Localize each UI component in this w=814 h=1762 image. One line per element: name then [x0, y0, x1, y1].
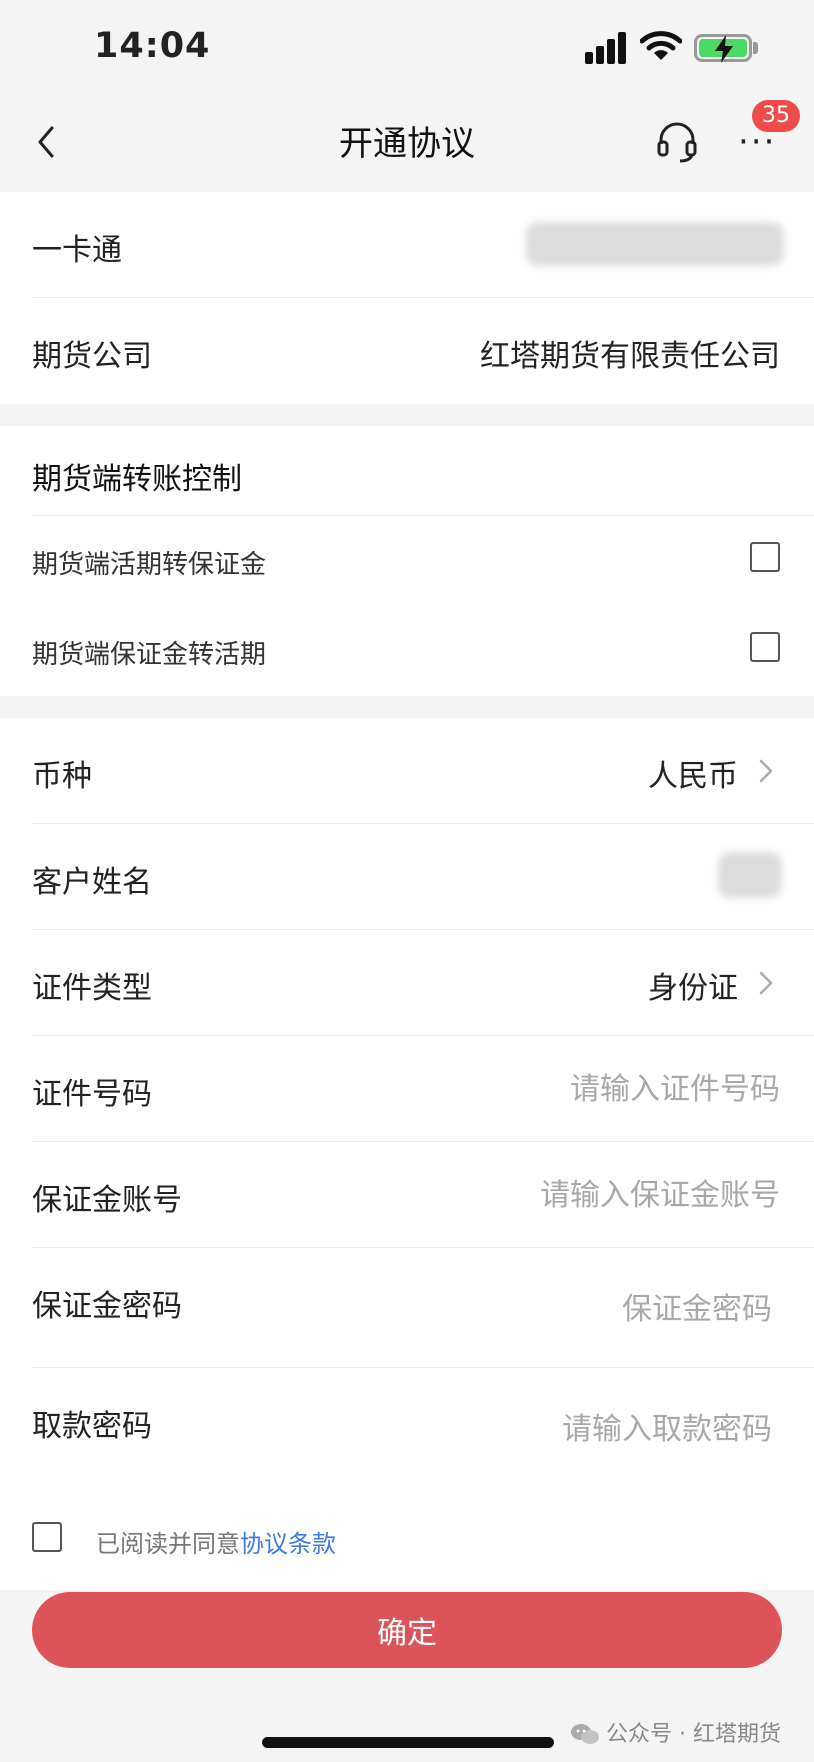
margin-password-row: 保证金密码: [0, 1248, 814, 1368]
transfer-control-title: 期货端转账控制: [32, 462, 242, 497]
battery-icon: [694, 34, 752, 63]
account-section: 一卡通 期货公司 红塔期货有限责任公司: [0, 192, 814, 404]
agreement-checkbox[interactable]: [32, 1522, 62, 1552]
withdraw-password-input[interactable]: [412, 1404, 772, 1454]
agreement-prefix: 已阅读并同意: [96, 1530, 240, 1558]
watermark-text: 公众号 · 红塔期货: [606, 1722, 781, 1747]
status-time: 14:04: [94, 26, 211, 66]
id-type-label: 证件类型: [32, 971, 152, 1006]
wechat-icon: [571, 1724, 599, 1744]
form-section: 币种 人民币 客户姓名 证件类型 身份证 证件号码 保证金账号 保证金密码 取款…: [0, 718, 814, 1500]
margin-account-row: 保证金账号: [0, 1142, 814, 1248]
company-value: 红塔期货有限责任公司: [480, 339, 780, 374]
watermark: 公众号 · 红塔期货: [570, 1716, 781, 1748]
margin-account-input[interactable]: [420, 1170, 780, 1220]
id-number-input[interactable]: [420, 1064, 780, 1114]
headset-icon: [657, 122, 697, 163]
chevron-left-icon: [38, 126, 54, 158]
option-label: 期货端保证金转活期: [32, 640, 267, 670]
name-label: 客户姓名: [32, 865, 152, 900]
home-indicator[interactable]: [262, 1737, 554, 1748]
withdraw-password-row: 取款密码: [0, 1368, 814, 1488]
card-row: 一卡通: [0, 192, 814, 298]
wifi-icon: [640, 31, 682, 60]
name-row: 客户姓名: [0, 824, 814, 930]
back-button[interactable]: [28, 112, 78, 172]
chevron-right-icon: [759, 759, 773, 783]
agreement-link[interactable]: 协议条款: [240, 1530, 336, 1558]
battery-cap: [753, 42, 758, 54]
transfer-control-header: 期货端转账控制: [0, 426, 814, 516]
card-label: 一卡通: [32, 233, 122, 268]
option-margin-to-current[interactable]: 期货端保证金转活期: [0, 606, 814, 696]
customer-service-button[interactable]: [652, 112, 702, 172]
checkbox[interactable]: [750, 542, 780, 572]
currency-row[interactable]: 币种 人民币: [0, 718, 814, 824]
customer-name-blurred: [718, 852, 782, 898]
id-type-row[interactable]: 证件类型 身份证: [0, 930, 814, 1036]
currency-value: 人民币: [648, 759, 738, 794]
margin-password-input[interactable]: [412, 1284, 772, 1334]
currency-label: 币种: [32, 759, 92, 794]
margin-password-label: 保证金密码: [32, 1289, 182, 1324]
confirm-button[interactable]: 确定: [32, 1592, 782, 1668]
withdraw-password-label: 取款密码: [32, 1409, 152, 1444]
signal-icon: [585, 30, 630, 64]
agreement-row: 已阅读并同意协议条款: [0, 1500, 814, 1590]
card-number-blurred: [526, 222, 784, 266]
chevron-right-icon: [759, 971, 773, 995]
more-icon: ···: [738, 122, 777, 162]
transfer-control-section: 期货端转账控制 期货端活期转保证金 期货端保证金转活期: [0, 426, 814, 696]
status-bar: 14:04: [0, 0, 814, 90]
agreement-text: 已阅读并同意协议条款: [96, 1524, 336, 1559]
company-row: 期货公司 红塔期货有限责任公司: [0, 298, 814, 404]
notification-badge: 35: [752, 100, 800, 132]
option-current-to-margin[interactable]: 期货端活期转保证金: [0, 516, 814, 606]
company-label: 期货公司: [32, 339, 152, 374]
id-number-label: 证件号码: [32, 1077, 152, 1112]
option-label: 期货端活期转保证金: [32, 550, 267, 580]
nav-bar: 开通协议 ···: [0, 90, 814, 192]
id-number-row: 证件号码: [0, 1036, 814, 1142]
margin-account-label: 保证金账号: [32, 1183, 182, 1218]
checkbox[interactable]: [750, 632, 780, 662]
id-type-value: 身份证: [648, 971, 738, 1006]
